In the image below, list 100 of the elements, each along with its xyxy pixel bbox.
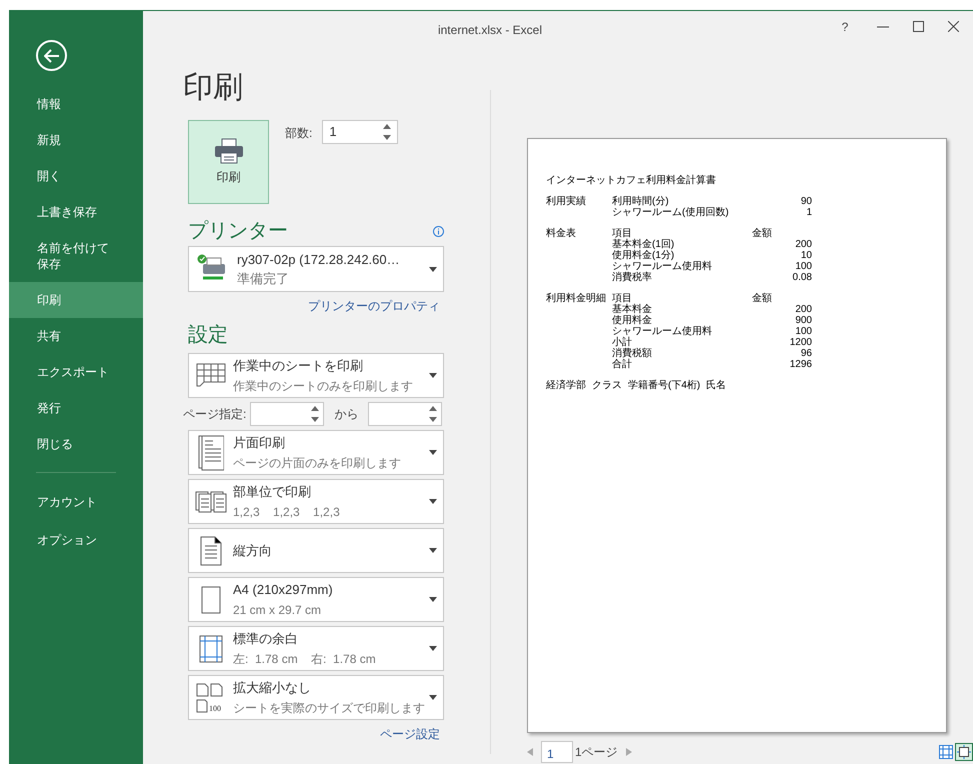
- sidebar-item[interactable]: 情報: [9, 86, 143, 122]
- printer-properties-link[interactable]: プリンターのプロパティ: [308, 298, 444, 314]
- spin-arrows-icon[interactable]: [383, 123, 392, 141]
- dropdown-caret-icon: [429, 695, 437, 700]
- settings-dropdown[interactable]: 部単位で印刷 1,2,3 1,2,3 1,2,3: [188, 479, 444, 524]
- sidebar-item[interactable]: 発行: [9, 390, 143, 426]
- sheet-title: インターネットカフェ利用料金計算書: [546, 175, 717, 186]
- spin-arrows-icon[interactable]: [429, 405, 438, 423]
- item-cell-text: 基本料金(1回): [612, 239, 676, 250]
- dropdown-caret-icon: [429, 597, 437, 602]
- dropdown-caret-icon: [429, 499, 437, 504]
- sidebar-item[interactable]: 上書き保存: [9, 194, 143, 230]
- print-button[interactable]: 印刷: [188, 120, 269, 204]
- item-cell-text: 小計: [612, 337, 632, 348]
- option-subtitle: 1,2,3 1,2,3 1,2,3: [233, 504, 341, 520]
- settings-dropdown[interactable]: 100 拡大縮小なし シートを実際のサイズで印刷します: [188, 675, 444, 720]
- item-cell-text: 項目: [612, 228, 632, 239]
- option-subtitle: 21 cm x 29.7 cm: [233, 602, 322, 618]
- item-cell-text: 基本料金: [612, 304, 653, 315]
- header-cell-text: 金額: [752, 293, 773, 304]
- sidebar-item[interactable]: 新規: [9, 122, 143, 158]
- minimize-icon[interactable]: [877, 26, 889, 28]
- sidebar-item[interactable]: 閉じる: [9, 426, 143, 462]
- item-cell-text: シャワールーム使用料: [612, 326, 713, 337]
- back-button[interactable]: [36, 40, 67, 71]
- option-title: 拡大縮小なし: [233, 678, 312, 696]
- option-title: 作業中のシートを印刷: [233, 356, 364, 374]
- row-label: 利用実績: [546, 196, 587, 207]
- option-subtitle: ページの片面のみを印刷します: [233, 454, 402, 472]
- sidebar-item[interactable]: 開く: [9, 158, 143, 194]
- item-cell-text: シャワールーム使用料: [612, 261, 713, 272]
- zoom-to-page-button[interactable]: [955, 743, 973, 761]
- sidebar-item[interactable]: 印刷: [9, 282, 143, 318]
- item-cell-text: 消費税額: [612, 348, 653, 359]
- item-cell-text: 使用料金: [612, 315, 653, 326]
- row-label: 利用料金明細: [546, 293, 607, 304]
- copies-field[interactable]: 1: [322, 120, 398, 144]
- item-cell-text: 項目: [612, 293, 632, 304]
- printer-name: ry307-02p (172.28.242.60…: [237, 251, 401, 269]
- settings-dropdown[interactable]: 標準の余白 左: 1.78 cm 右: 1.78 cm: [188, 626, 444, 671]
- dropdown-caret-icon: [429, 266, 437, 272]
- value-cell-text: 1296: [788, 359, 812, 370]
- dropdown-caret-icon: [429, 548, 437, 553]
- page-from-field[interactable]: [250, 402, 324, 426]
- value-cell-text: 1: [805, 207, 812, 218]
- value-cell-text: 200: [794, 239, 812, 250]
- item-cell-text: シャワールーム(使用回数): [612, 207, 730, 218]
- row-label: 料金表: [546, 228, 577, 239]
- page-range-label: ページ指定:: [183, 406, 246, 423]
- option-title: 標準の余白: [233, 630, 299, 648]
- close-icon[interactable]: [948, 21, 959, 32]
- sidebar-item[interactable]: オプション: [9, 521, 143, 559]
- option-title: 片面印刷: [233, 434, 286, 452]
- item-cell-text: 消費税率: [612, 272, 653, 283]
- footer-cell: 氏名: [706, 380, 726, 391]
- sidebar-item[interactable]: 名前を付けて保存: [9, 230, 143, 282]
- page-number-field[interactable]: 1: [541, 741, 573, 763]
- sidebar-item[interactable]: 共有: [9, 318, 143, 354]
- item-cell-text: 使用料金(1分): [612, 250, 676, 261]
- footer-cell: 経済学部: [546, 380, 586, 391]
- page-range-to: から: [334, 406, 358, 423]
- sidebar-item[interactable]: アカウント: [9, 483, 143, 521]
- info-icon[interactable]: [433, 226, 444, 236]
- footer-cell: 学籍番号(下4桁): [628, 380, 700, 391]
- section-heading: 設定: [188, 323, 229, 348]
- settings-dropdown[interactable]: A4 (210x297mm) 21 cm x 29.7 cm: [188, 577, 444, 622]
- printer-dropdown[interactable]: ry307-02p (172.28.242.60… 準備完了: [188, 246, 444, 292]
- item-cell-text: 合計: [612, 359, 633, 370]
- maximize-icon[interactable]: [913, 21, 924, 32]
- option-subtitle: 作業中のシートのみを印刷します: [233, 378, 414, 394]
- header-cell-text: 金額: [752, 228, 773, 239]
- settings-dropdown[interactable]: 縦方向: [188, 528, 444, 573]
- page-setup-link[interactable]: ページ設定: [380, 726, 444, 742]
- option-subtitle: シートを実際のサイズで印刷します: [233, 700, 426, 716]
- settings-dropdown[interactable]: 作業中のシートを印刷 作業中のシートのみを印刷します: [188, 353, 444, 398]
- spin-arrows-icon[interactable]: [311, 405, 320, 423]
- value-cell-text: 0.08: [792, 272, 812, 283]
- value-cell-text: 1200: [788, 337, 812, 348]
- value-cell-text: 900: [794, 315, 812, 326]
- item-cell-text: 利用時間(分): [612, 196, 670, 207]
- dropdown-caret-icon: [429, 373, 437, 378]
- option-title: 縦方向: [233, 542, 273, 560]
- document-icon: [198, 434, 224, 470]
- help-button[interactable]: ?: [837, 18, 853, 36]
- stacked-pages-icon: [195, 490, 227, 512]
- value-cell-text: 200: [794, 304, 812, 315]
- option-title: 部単位で印刷: [233, 482, 312, 500]
- show-margins-button[interactable]: [937, 743, 955, 761]
- dropdown-caret-icon: [429, 646, 437, 651]
- option-subtitle: 左: 1.78 cm 右: 1.78 cm: [233, 650, 377, 668]
- footer-cell: クラス: [592, 380, 622, 391]
- window-title: internet.xlsx - Excel: [436, 22, 544, 39]
- value-cell-text: 100: [794, 326, 812, 337]
- settings-dropdown[interactable]: 片面印刷 ページの片面のみを印刷します: [188, 430, 444, 475]
- portrait-page-icon: [200, 536, 222, 566]
- sidebar-item[interactable]: エクスポート: [9, 354, 143, 390]
- page-to-field[interactable]: [368, 402, 442, 426]
- value-cell-text: 90: [800, 196, 812, 207]
- section-heading: プリンター: [188, 219, 288, 244]
- paper-icon: [201, 586, 221, 614]
